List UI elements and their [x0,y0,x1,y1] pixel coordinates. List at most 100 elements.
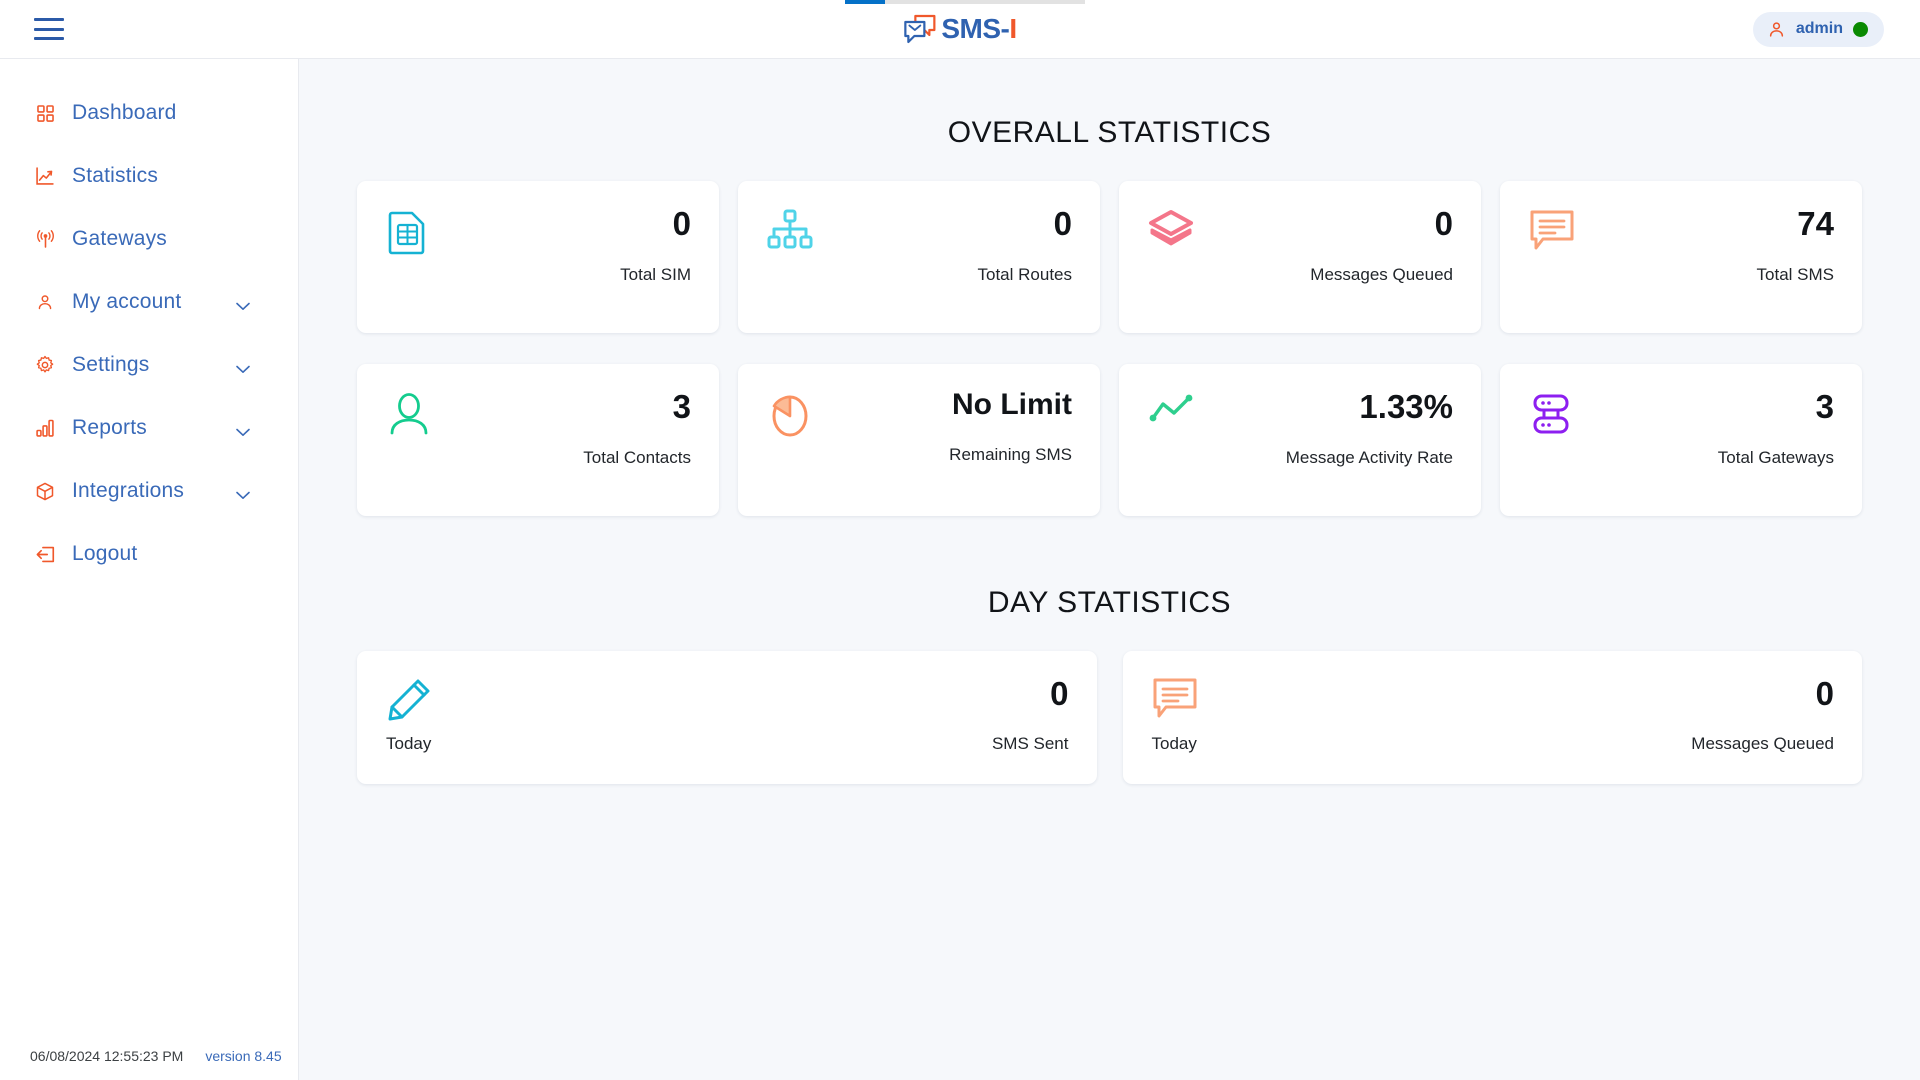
stat-card-content: 1.33% Message Activity Rate [1286,388,1453,468]
footer: 06/08/2024 12:55:23 PM version 8.45 [30,1048,282,1064]
stat-label: Total Contacts [583,447,691,467]
sidebar-item-label: Logout [72,542,138,565]
hamburger-icon[interactable] [34,18,64,40]
stat-value: 1.33% [1359,388,1453,425]
day-stats-row: Today 0 SMS Sent Today 0 Messages Queued [299,651,1920,784]
stat-card-remaining-sms[interactable]: No Limit Remaining SMS [738,364,1100,516]
day-card-messages-queued[interactable]: Today 0 Messages Queued [1122,651,1862,784]
stat-card-total-sms[interactable]: 74 Total SMS [1500,181,1862,333]
stat-label: Total Gateways [1717,447,1834,467]
user-icon [1769,21,1783,37]
stat-value: 3 [672,388,691,425]
stat-value: 0 [672,205,691,242]
chat-lines-icon [1152,677,1198,723]
logout-icon [34,543,56,565]
sidebar-item-dashboard[interactable]: Dashboard [0,93,298,133]
day-card-value: 0 [1815,675,1834,712]
stat-label: Remaining SMS [949,444,1072,464]
stat-label: Total SMS [1756,264,1834,284]
stat-card-content: 74 Total SMS [1757,205,1834,285]
sidebar-item-settings[interactable]: Settings [0,345,298,385]
chevron-down-icon[interactable] [236,298,250,310]
day-card-left-label: Today [386,734,432,753]
footer-timestamp: 06/08/2024 12:55:23 PM [30,1048,184,1064]
stat-card-total-gateways[interactable]: 3 Total Gateways [1500,364,1862,516]
grid-icon [34,102,56,124]
stat-card-content: 0 Total Routes [978,205,1073,285]
sidebar-item-gateways[interactable]: Gateways [0,219,298,259]
sidebar-item-label: Gateways [72,227,167,250]
sidebar-item-label: My account [72,290,182,313]
day-card-sms-sent[interactable]: Today 0 SMS Sent [357,651,1097,784]
stat-label: Total Routes [977,264,1073,284]
sidebar-item-my-account[interactable]: My account [0,282,298,322]
sidebar-item-logout[interactable]: Logout [0,534,298,574]
chevron-down-icon[interactable] [236,361,250,373]
day-card-right-label: SMS Sent [991,734,1069,753]
sidebar-item-reports[interactable]: Reports [0,408,298,448]
sidebar-item-label: Integrations [72,479,185,502]
page-loading-bar-fill [845,0,885,4]
logo-text-accent: I [1009,13,1017,44]
overall-stats-row-2: 3 Total Contacts No Limit Remaining SMS [299,364,1920,516]
app-header: SMS-I admin [0,0,1920,59]
stat-value: No Limit [952,388,1072,421]
stat-card-total-contacts[interactable]: 3 Total Contacts [357,364,719,516]
stat-card-content: No Limit Remaining SMS [949,388,1072,465]
sms-chat-icon [904,14,936,44]
sidebar-item-label: Reports [72,416,147,439]
user-menu[interactable]: admin [1752,11,1884,47]
stat-label: Total SIM [620,264,691,284]
status-badge [1853,21,1868,37]
footer-version-link[interactable]: version 8.45 [205,1048,281,1064]
sidebar-item-integrations[interactable]: Integrations [0,471,298,511]
line-chart-icon [1148,392,1194,438]
stat-value: 0 [1053,205,1072,242]
sitemap-icon [767,209,813,255]
stat-card-content: 0 Total SIM [620,205,691,285]
sim-card-icon [386,209,432,255]
username-label: admin [1795,20,1843,37]
chevron-down-icon[interactable] [236,487,250,499]
stat-label: Message Activity Rate [1285,447,1453,467]
stat-value: 0 [1434,205,1453,242]
day-card-left-label: Today [1151,734,1197,753]
overall-stats-row-1: 0 Total SIM 0 Total Routes 0 Messages Qu… [299,181,1920,333]
day-card-right-label: Messages Queued [1691,734,1834,753]
stat-card-message-activity-rate[interactable]: 1.33% Message Activity Rate [1119,364,1481,516]
antenna-icon [34,228,56,250]
main-content: OVERALL STATISTICS 0 Total SIM 0 Total R… [299,59,1920,1080]
overall-statistics-title: OVERALL STATISTICS [947,116,1272,149]
chevron-down-icon[interactable] [236,424,250,436]
pencil-icon [386,677,432,723]
cube-icon [34,480,56,502]
stat-value: 74 [1797,205,1834,242]
pie-chart-icon [767,392,813,438]
stat-card-total-routes[interactable]: 0 Total Routes [738,181,1100,333]
stat-label: Messages Queued [1310,264,1453,284]
trend-chart-icon [34,165,56,187]
sidebar-item-statistics[interactable]: Statistics [0,156,298,196]
chat-lines-icon [1529,209,1575,255]
server-icon [1529,392,1575,438]
logo-text-main: SMS- [941,13,1010,44]
stat-value: 3 [1815,388,1834,425]
sidebar-item-label: Statistics [72,164,159,187]
day-card-value: 0 [1050,675,1069,712]
stat-card-content: 3 Total Gateways [1718,388,1834,468]
stat-card-messages-queued[interactable]: 0 Messages Queued [1119,181,1481,333]
page-loading-bar [845,0,1085,4]
person-icon [386,392,432,438]
stat-card-content: 0 Messages Queued [1310,205,1453,285]
user-icon [34,291,56,313]
app-logo[interactable]: SMS-I [903,13,1017,45]
stat-card-content: 3 Total Contacts [583,388,691,468]
stat-card-total-sim[interactable]: 0 Total SIM [357,181,719,333]
layers-icon [1148,209,1194,255]
sidebar: Dashboard Statistics Gateways My account… [0,59,299,1080]
sidebar-item-label: Dashboard [72,101,177,124]
logo-text: SMS-I [941,13,1017,45]
day-statistics-title: DAY STATISTICS [987,586,1232,619]
gear-icon [34,354,56,376]
sidebar-item-label: Settings [72,353,150,376]
